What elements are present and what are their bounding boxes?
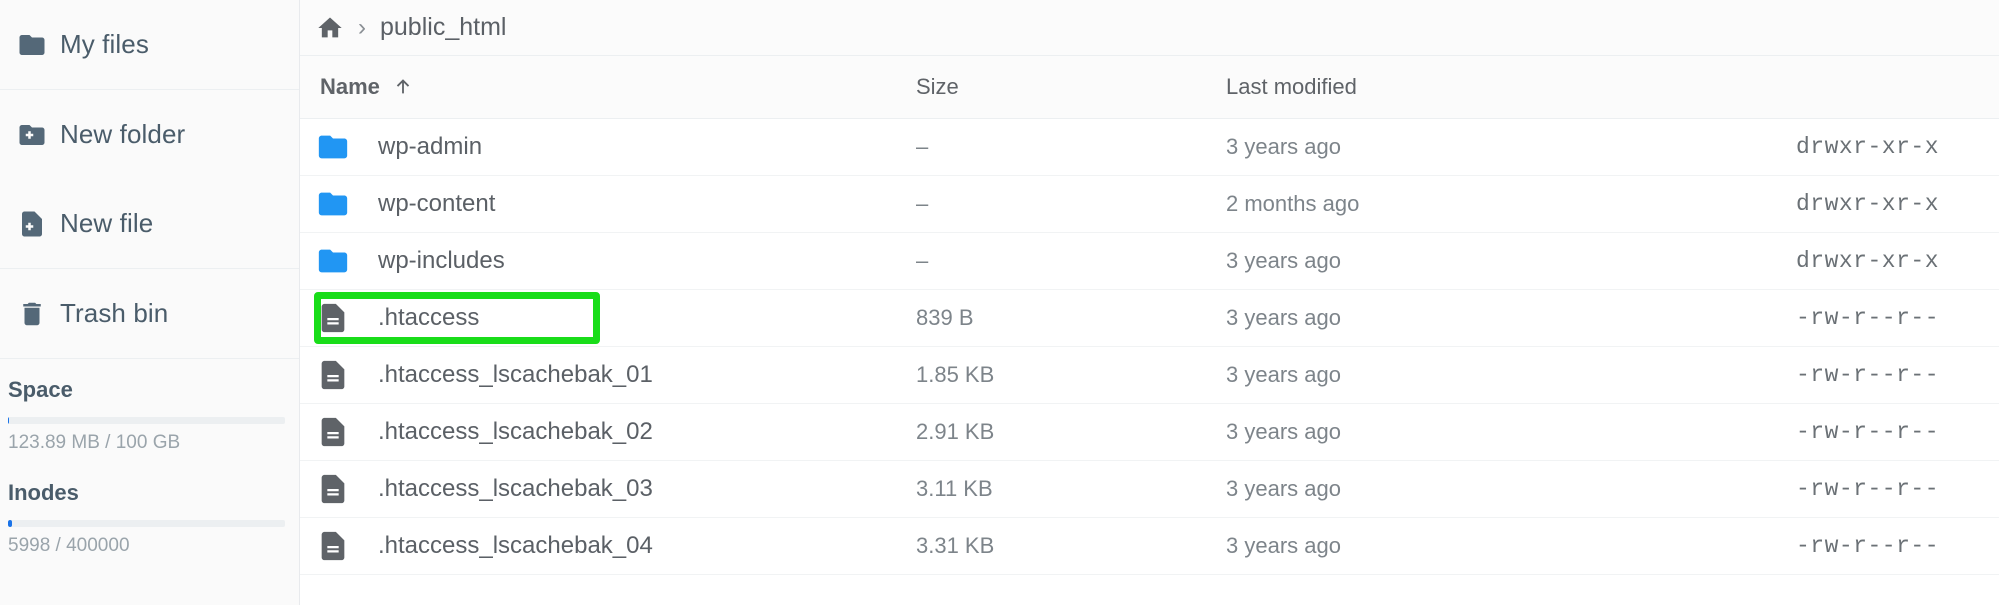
column-header-name[interactable]: Name — [316, 74, 916, 100]
space-quota-fill — [8, 417, 9, 424]
breadcrumb-current-folder[interactable]: public_html — [380, 13, 506, 42]
cell-last-modified: 3 years ago — [1226, 305, 1556, 331]
cell-size: – — [916, 134, 1226, 160]
space-quota-title: Space — [8, 377, 285, 403]
cell-permissions: -rw-r--r-- — [1556, 362, 1999, 388]
cell-size: 1.85 KB — [916, 362, 1226, 388]
table-row[interactable]: wp-admin –3 years agodrwxr-xr-x — [300, 119, 1999, 176]
cell-name[interactable]: wp-includes — [316, 244, 916, 278]
arrow-up-icon[interactable] — [392, 76, 414, 98]
quota-spacer — [8, 454, 285, 480]
folder-icon — [12, 30, 52, 60]
space-quota-text: 123.89 MB / 100 GB — [8, 432, 285, 454]
file-list: wp-admin–3 years agodrwxr-xr-xwp-content… — [300, 118, 1999, 575]
cell-name[interactable]: .htaccess_lscachebak_01 — [316, 358, 916, 392]
cell-last-modified: 3 years ago — [1226, 419, 1556, 445]
sidebar-item-new-folder[interactable]: New folder — [0, 90, 299, 179]
inodes-quota-fill — [8, 520, 12, 527]
breadcrumb: › public_html — [300, 0, 1999, 56]
cell-name[interactable]: .htaccess_lscachebak_03 — [316, 472, 916, 506]
cell-name[interactable]: .htaccess_lscachebak_02 — [316, 415, 916, 449]
file-name-label: .htaccess — [372, 304, 479, 332]
table-row[interactable]: wp-includes –3 years agodrwxr-xr-x — [300, 233, 1999, 290]
file-name-label: .htaccess_lscachebak_01 — [372, 361, 653, 389]
cell-size: 839 B — [916, 305, 1226, 331]
cell-permissions: -rw-r--r-- — [1556, 305, 1999, 331]
folder-icon — [316, 187, 372, 221]
file-name-label: .htaccess_lscachebak_02 — [372, 418, 653, 446]
table-header-row: Name Size Last modified — [300, 56, 1999, 118]
cell-permissions: drwxr-xr-x — [1556, 248, 1999, 274]
cell-last-modified: 3 years ago — [1226, 134, 1556, 160]
column-header-name-label: Name — [320, 74, 380, 100]
cell-permissions: drwxr-xr-x — [1556, 134, 1999, 160]
cell-last-modified: 2 months ago — [1226, 191, 1556, 217]
cell-name[interactable]: wp-content — [316, 187, 916, 221]
inodes-quota-bar — [8, 520, 285, 527]
cell-permissions: drwxr-xr-x — [1556, 191, 1999, 217]
file-plus-icon — [12, 209, 52, 239]
quota-section: Space 123.89 MB / 100 GB Inodes 5998 / 4… — [0, 359, 299, 557]
file-icon — [316, 358, 372, 392]
main-content: › public_html Name Size Last modified wp… — [300, 0, 1999, 605]
cell-permissions: -rw-r--r-- — [1556, 476, 1999, 502]
sidebar-item-trash-bin[interactable]: Trash bin — [0, 269, 299, 358]
file-icon — [316, 529, 372, 563]
sidebar-item-label: New file — [52, 208, 153, 239]
file-icon — [316, 415, 372, 449]
cell-last-modified: 3 years ago — [1226, 533, 1556, 559]
sidebar-item-my-files[interactable]: My files — [0, 0, 299, 89]
breadcrumb-separator: › — [358, 14, 366, 42]
file-manager-app: My files New folder — [0, 0, 1999, 605]
cell-name[interactable]: .htaccess_lscachebak_04 — [316, 529, 916, 563]
file-name-label: wp-content — [372, 190, 495, 218]
table-row[interactable]: .htaccess_lscachebak_03 3.11 KB3 years ag… — [300, 461, 1999, 518]
cell-name[interactable]: .htaccess — [316, 301, 916, 335]
inodes-quota-text: 5998 / 400000 — [8, 535, 285, 557]
file-icon — [316, 301, 372, 335]
cell-size: 3.11 KB — [916, 476, 1226, 502]
folder-icon — [316, 244, 372, 278]
cell-size: 2.91 KB — [916, 419, 1226, 445]
space-quota-bar — [8, 417, 285, 424]
inodes-quota-title: Inodes — [8, 480, 285, 506]
trash-icon — [12, 299, 52, 329]
file-name-label: .htaccess_lscachebak_04 — [372, 532, 653, 560]
sidebar-nav-group-files: My files — [0, 0, 299, 90]
folder-plus-icon — [12, 120, 52, 150]
table-row[interactable]: .htaccess_lscachebak_01 1.85 KB3 years ag… — [300, 347, 1999, 404]
file-name-label: wp-includes — [372, 247, 505, 275]
file-name-label: wp-admin — [372, 133, 482, 161]
sidebar: My files New folder — [0, 0, 300, 605]
sidebar-nav-group-create: New folder New file — [0, 90, 299, 269]
sidebar-item-label: Trash bin — [52, 298, 168, 329]
file-name-label: .htaccess_lscachebak_03 — [372, 475, 653, 503]
sidebar-item-label: My files — [52, 29, 149, 60]
sidebar-nav-group-trash: Trash bin — [0, 269, 299, 359]
cell-last-modified: 3 years ago — [1226, 476, 1556, 502]
table-row[interactable]: .htaccess_lscachebak_02 2.91 KB3 years ag… — [300, 404, 1999, 461]
cell-permissions: -rw-r--r-- — [1556, 419, 1999, 445]
sidebar-item-label: New folder — [52, 119, 185, 150]
folder-icon — [316, 130, 372, 164]
table-row[interactable]: wp-content –2 months agodrwxr-xr-x — [300, 176, 1999, 233]
column-header-last-modified[interactable]: Last modified — [1226, 74, 1556, 100]
table-row[interactable]: .htaccess_lscachebak_04 3.31 KB3 years ag… — [300, 518, 1999, 575]
cell-size: – — [916, 248, 1226, 274]
cell-last-modified: 3 years ago — [1226, 248, 1556, 274]
sidebar-item-new-file[interactable]: New file — [0, 179, 299, 268]
cell-size: 3.31 KB — [916, 533, 1226, 559]
column-header-size[interactable]: Size — [916, 74, 1226, 100]
file-icon — [316, 472, 372, 506]
cell-permissions: -rw-r--r-- — [1556, 533, 1999, 559]
cell-name[interactable]: wp-admin — [316, 130, 916, 164]
table-row[interactable]: .htaccess 839 B3 years ago-rw-r--r-- — [300, 290, 1999, 347]
cell-last-modified: 3 years ago — [1226, 362, 1556, 388]
home-icon[interactable] — [316, 14, 344, 42]
cell-size: – — [916, 191, 1226, 217]
